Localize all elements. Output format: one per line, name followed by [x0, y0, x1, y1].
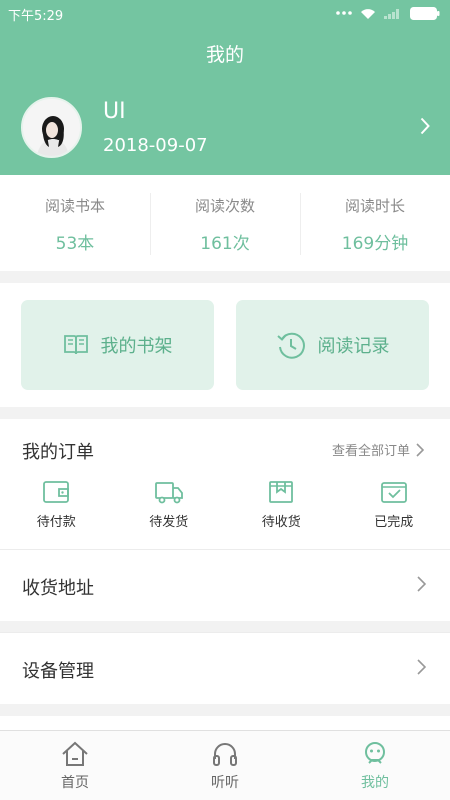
package-icon: [269, 481, 294, 503]
headphones-icon: [213, 743, 237, 766]
device-label: 设备管理: [22, 661, 94, 682]
profile-header: 下午5:29 我的 UI 2018-09-07: [0, 0, 450, 175]
status-time: 下午5:29: [8, 9, 64, 24]
tab-label: 我的: [361, 775, 389, 791]
bookshelf-label: 我的书架: [100, 336, 173, 357]
list-row-partial: [0, 716, 450, 730]
stat-value: 169分钟: [341, 234, 409, 254]
order-completed[interactable]: 已完成: [338, 479, 450, 530]
view-all-orders-link[interactable]: 查看全部订单: [332, 440, 424, 459]
order-pending-payment[interactable]: 待付款: [0, 479, 113, 530]
stat-value: 161次: [200, 234, 250, 254]
reading-stats: 阅读书本 53本 阅读次数 161次 阅读时长 169分钟: [0, 175, 450, 271]
order-label: 待发货: [149, 515, 189, 530]
device-management-row[interactable]: 设备管理: [0, 632, 450, 704]
chevron-right-icon: [416, 442, 424, 457]
order-status-list: 待付款 待发货 待收货 已完成: [0, 479, 450, 530]
status-icons: [336, 5, 440, 21]
stat-label: 阅读时长: [344, 197, 405, 215]
chevron-right-icon[interactable]: [420, 117, 430, 135]
order-label: 待付款: [36, 515, 76, 530]
tab-label: 首页: [61, 775, 89, 791]
reading-history-button[interactable]: 阅读记录: [236, 300, 429, 390]
history-label: 阅读记录: [317, 336, 390, 357]
profile-card[interactable]: UI 2018-09-07: [0, 95, 450, 161]
order-label: 已完成: [374, 515, 414, 530]
stat-label: 阅读书本: [44, 197, 105, 215]
quick-actions: 我的书架 阅读记录: [0, 283, 450, 407]
tab-listen[interactable]: 听听: [150, 731, 300, 800]
address-row[interactable]: 收货地址: [0, 549, 450, 621]
orders-section: 我的订单 查看全部订单 待付款 待发货 待收货 已完成: [0, 419, 450, 549]
stat-duration: 阅读时长 169分钟: [300, 175, 450, 271]
profile-face-icon: [365, 742, 385, 764]
truck-icon: [154, 482, 183, 504]
page-title: 我的: [205, 44, 244, 66]
tab-bar: 首页 听听 我的: [0, 730, 450, 800]
tab-home[interactable]: 首页: [0, 731, 150, 800]
address-label: 收货地址: [22, 578, 94, 599]
stat-books: 阅读书本 53本: [0, 175, 150, 271]
stat-times: 阅读次数 161次: [150, 175, 300, 271]
signal-icon: [384, 9, 399, 19]
chevron-right-icon: [417, 576, 426, 592]
order-pending-shipment[interactable]: 待发货: [113, 479, 226, 530]
battery-icon: [410, 6, 440, 20]
order-pending-receipt[interactable]: 待收货: [225, 479, 338, 530]
tab-me[interactable]: 我的: [300, 731, 450, 800]
tab-label: 听听: [211, 775, 239, 791]
wallet-icon: [43, 481, 70, 503]
orders-title: 我的订单: [22, 442, 94, 463]
bookshelf-button[interactable]: 我的书架: [21, 300, 214, 390]
home-icon: [62, 741, 88, 766]
stat-value: 53本: [55, 234, 95, 254]
wifi-icon: [361, 8, 375, 19]
book-icon: [63, 335, 88, 355]
completed-icon: [380, 482, 407, 503]
view-all-label: 查看全部订单: [331, 444, 410, 459]
status-bar: 下午5:29: [0, 0, 450, 26]
avatar[interactable]: [21, 97, 82, 158]
stat-label: 阅读次数: [194, 197, 255, 215]
order-label: 待收货: [261, 515, 301, 530]
history-icon: [276, 332, 305, 359]
profile-date: 2018-09-07: [103, 135, 208, 156]
more-dots-icon: [336, 11, 352, 15]
chevron-right-icon: [417, 659, 426, 675]
profile-name: UI: [103, 99, 126, 124]
